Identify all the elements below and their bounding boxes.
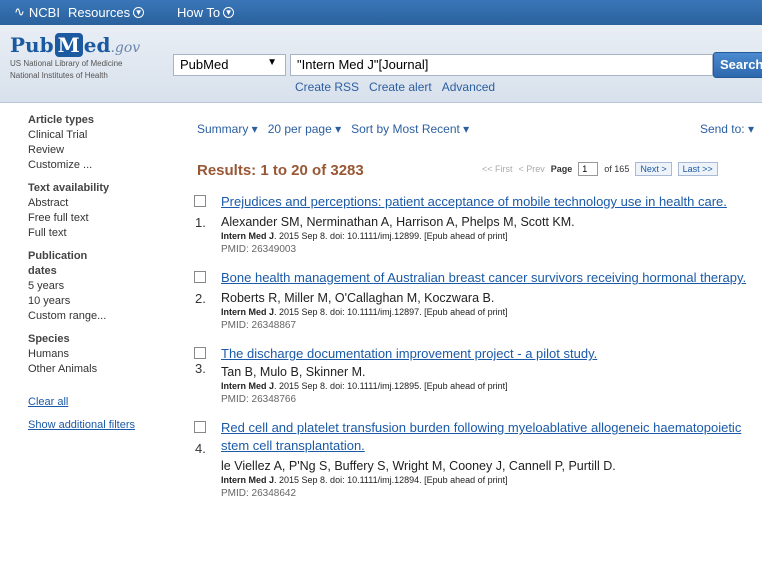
result-authors: le Viellez A, P'Ng S, Buffery S, Wright … [221,459,616,473]
result-citation: Intern Med J. 2015 Sep 8. doi: 10.1111/i… [221,475,508,485]
filter-group-title: Text availability [28,182,110,194]
filter-group-species: Species Humans Other Animals [28,332,168,377]
ncbi-logo-icon: ∿ [14,4,25,19]
dropdown-arrow-icon: ▼ [267,57,277,68]
result-citation: Intern Med J. 2015 Sep 8. doi: 10.1111/i… [221,381,508,391]
result-item: 1. Prejudices and perceptions: patient a… [194,193,762,257]
prev-page-link[interactable]: < Prev [519,164,545,174]
filter-full-text[interactable]: Full text [28,226,168,241]
result-authors: Tan B, Mulo B, Skinner M. [221,365,366,379]
gov-suffix: .gov [110,40,141,56]
result-authors: Roberts R, Miller M, O'Callaghan M, Kocz… [221,291,495,305]
filter-sidebar: Article types Clinical Trial Review Cust… [28,113,168,433]
pubmed-logo[interactable]: Pub Med.gov US National Library of Medici… [10,33,140,81]
filter-group-publication-dates: Publication dates 5 years 10 years Custo… [28,249,168,324]
advanced-search-link[interactable]: Advanced [442,80,495,94]
result-item: 3. The discharge documentation improveme… [194,345,762,407]
pubmed-wordmark: Pub Med [10,33,111,57]
filter-10-years[interactable]: 10 years [28,294,168,309]
create-rss-link[interactable]: Create RSS [295,80,359,94]
filter-review[interactable]: Review [28,143,168,158]
result-checkbox[interactable] [194,271,206,283]
result-citation: Intern Med J. 2015 Sep 8. doi: 10.1111/i… [221,231,508,241]
result-authors: Alexander SM, Nerminathan A, Harrison A,… [221,215,575,229]
filter-customize[interactable]: Customize ... [28,158,168,173]
result-checkbox[interactable] [194,195,206,207]
filter-5-years[interactable]: 5 years [28,279,168,294]
result-item: 2. Bone health management of Australian … [194,269,762,333]
result-item: 4. Red cell and platelet transfusion bur… [194,419,762,501]
howto-label: How To [177,5,221,20]
result-number: 3. [195,361,206,376]
results-list: 1. Prejudices and perceptions: patient a… [194,193,762,513]
ncbi-logo[interactable]: ∿ NCBI [14,4,60,20]
filter-custom-range[interactable]: Custom range... [28,309,168,324]
result-number: 4. [195,441,206,456]
database-select-value: PubMed [180,57,229,72]
filter-group-title: Article types [28,114,95,126]
first-page-link[interactable]: << First [482,164,513,174]
nlm-label: US National Library of Medicine [10,59,123,68]
howto-menu[interactable]: How To ▼ [177,5,235,20]
result-number: 1. [195,215,206,230]
filter-abstract[interactable]: Abstract [28,196,168,211]
result-pmid: PMID: 26348867 [221,320,297,331]
filter-group-article-types: Article types Clinical Trial Review Cust… [28,113,168,173]
filter-clinical-trial[interactable]: Clinical Trial [28,128,168,143]
result-title-link[interactable]: Red cell and platelet transfusion burden… [221,419,762,455]
chevron-down-icon: ▼ [223,7,235,18]
header-links: Create RSS Create alert Advanced [295,80,495,94]
database-select[interactable]: PubMed ▼ [173,54,286,76]
result-title-link[interactable]: Bone health management of Australian bre… [221,269,762,287]
search-button[interactable]: Search [713,52,762,78]
pubmed-header: Pub Med.gov US National Library of Medici… [0,25,762,103]
result-title-link[interactable]: Prejudices and perceptions: patient acce… [221,193,762,211]
next-page-button[interactable]: Next > [635,162,672,176]
filter-free-full-text[interactable]: Free full text [28,211,168,226]
sort-dropdown[interactable]: Sort by Most Recent ▾ [351,122,469,136]
filter-humans[interactable]: Humans [28,347,168,362]
result-pmid: PMID: 26349003 [221,244,297,255]
result-pmid: PMID: 26348642 [221,488,297,499]
resources-label: Resources [68,5,131,20]
search-input[interactable]: "Intern Med J"[Journal] [290,54,713,76]
page-number-input[interactable]: 1 [578,162,599,176]
create-alert-link[interactable]: Create alert [369,80,432,94]
filter-group-text-availability: Text availability Abstract Free full tex… [28,181,168,241]
results-toolbar: Summary ▾ 20 per page ▾ Sort by Most Rec… [197,122,762,136]
per-page-dropdown[interactable]: 20 per page ▾ [268,122,341,136]
clear-all-link[interactable]: Clear all [28,395,168,410]
pagination: << First < Prev Page 1 of 165 Next > Las… [482,162,718,176]
result-checkbox[interactable] [194,347,206,359]
result-number: 2. [195,291,206,306]
filter-other-animals[interactable]: Other Animals [28,362,168,377]
page-count: of 165 [604,164,630,174]
nih-label: National Institutes of Health [10,71,108,80]
filter-group-title: Publication dates [28,250,88,277]
ncbi-top-bar: ∿ NCBI Resources ▼ How To ▼ [0,0,762,25]
chevron-down-icon: ▼ [133,7,145,18]
ncbi-logo-text: NCBI [28,4,60,20]
results-count-title: Results: 1 to 20 of 3283 [197,162,364,179]
page-label: Page [550,164,573,174]
show-additional-filters-link[interactable]: Show additional filters [28,418,168,433]
send-to-dropdown[interactable]: Send to: ▾ [700,122,754,136]
filter-group-title: Species [28,333,70,345]
summary-format-dropdown[interactable]: Summary ▾ [197,122,258,136]
result-citation: Intern Med J. 2015 Sep 8. doi: 10.1111/i… [221,307,508,317]
resources-menu[interactable]: Resources ▼ [68,5,145,20]
result-checkbox[interactable] [194,421,206,433]
last-page-button[interactable]: Last >> [677,162,718,176]
result-pmid: PMID: 26348766 [221,394,297,405]
result-title-link[interactable]: The discharge documentation improvement … [221,345,762,363]
